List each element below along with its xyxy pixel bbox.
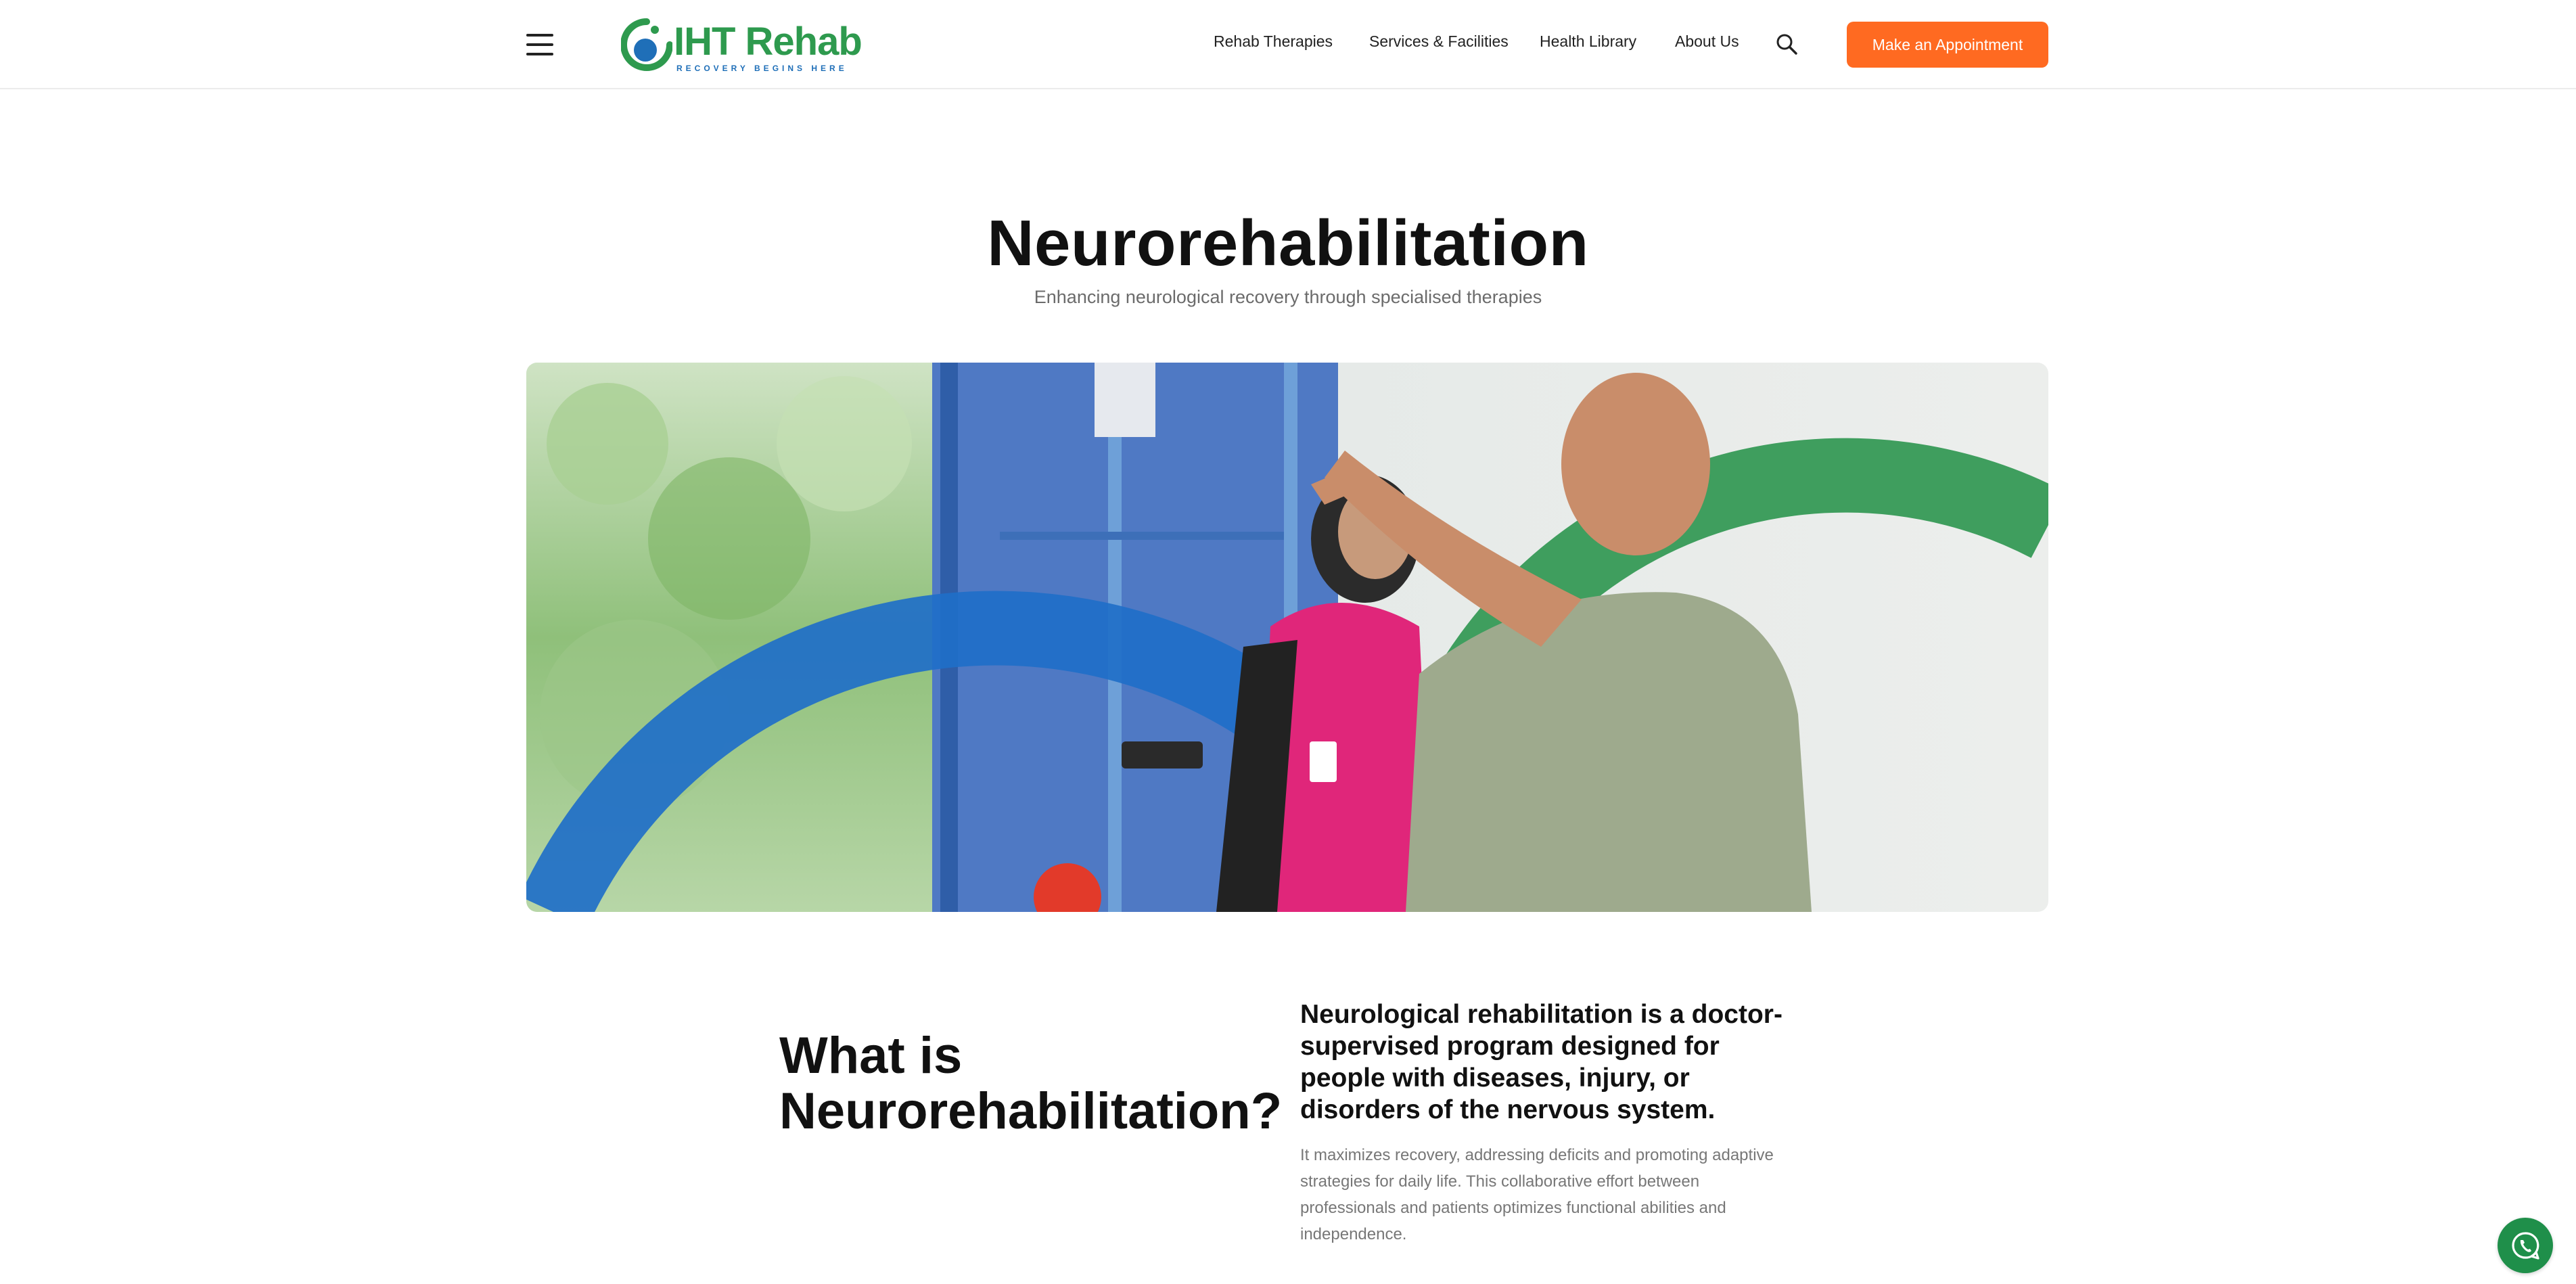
hero-photo-illustration xyxy=(526,363,2048,912)
hamburger-menu-icon[interactable] xyxy=(526,34,553,55)
nav-about-us[interactable]: About Us xyxy=(1675,32,1739,51)
section-body: It maximizes recovery, addressing defici… xyxy=(1300,1146,1774,1243)
site-header: IHT Rehab RECOVERY BEGINS HERE Rehab The… xyxy=(0,0,2576,89)
logo-tagline: RECOVERY BEGINS HERE xyxy=(676,64,848,73)
section-lead: Neurological rehabilitation is a doctor-… xyxy=(1300,1000,1782,1124)
nav-services-facilities[interactable]: Services & Facilities xyxy=(1369,32,1509,51)
page-subtitle: Enhancing neurological recovery through … xyxy=(1034,287,1542,307)
logo-mark-icon xyxy=(621,18,672,71)
hero-image xyxy=(526,363,2048,912)
nav-rehab-therapies[interactable]: Rehab Therapies xyxy=(1214,32,1333,51)
search-icon[interactable] xyxy=(1775,32,1798,55)
nav-health-library[interactable]: Health Library xyxy=(1540,32,1636,51)
page-title: Neurorehabilitation xyxy=(987,207,1589,279)
logo-name: IHT Rehab xyxy=(674,20,862,64)
section-title: What is Neurorehabilitation? xyxy=(779,1027,1283,1140)
make-appointment-button[interactable]: Make an Appointment xyxy=(1847,22,2048,68)
logo[interactable]: IHT Rehab RECOVERY BEGINS HERE xyxy=(621,15,862,76)
whatsapp-button[interactable] xyxy=(2498,1218,2553,1273)
whatsapp-icon xyxy=(2512,1232,2539,1260)
